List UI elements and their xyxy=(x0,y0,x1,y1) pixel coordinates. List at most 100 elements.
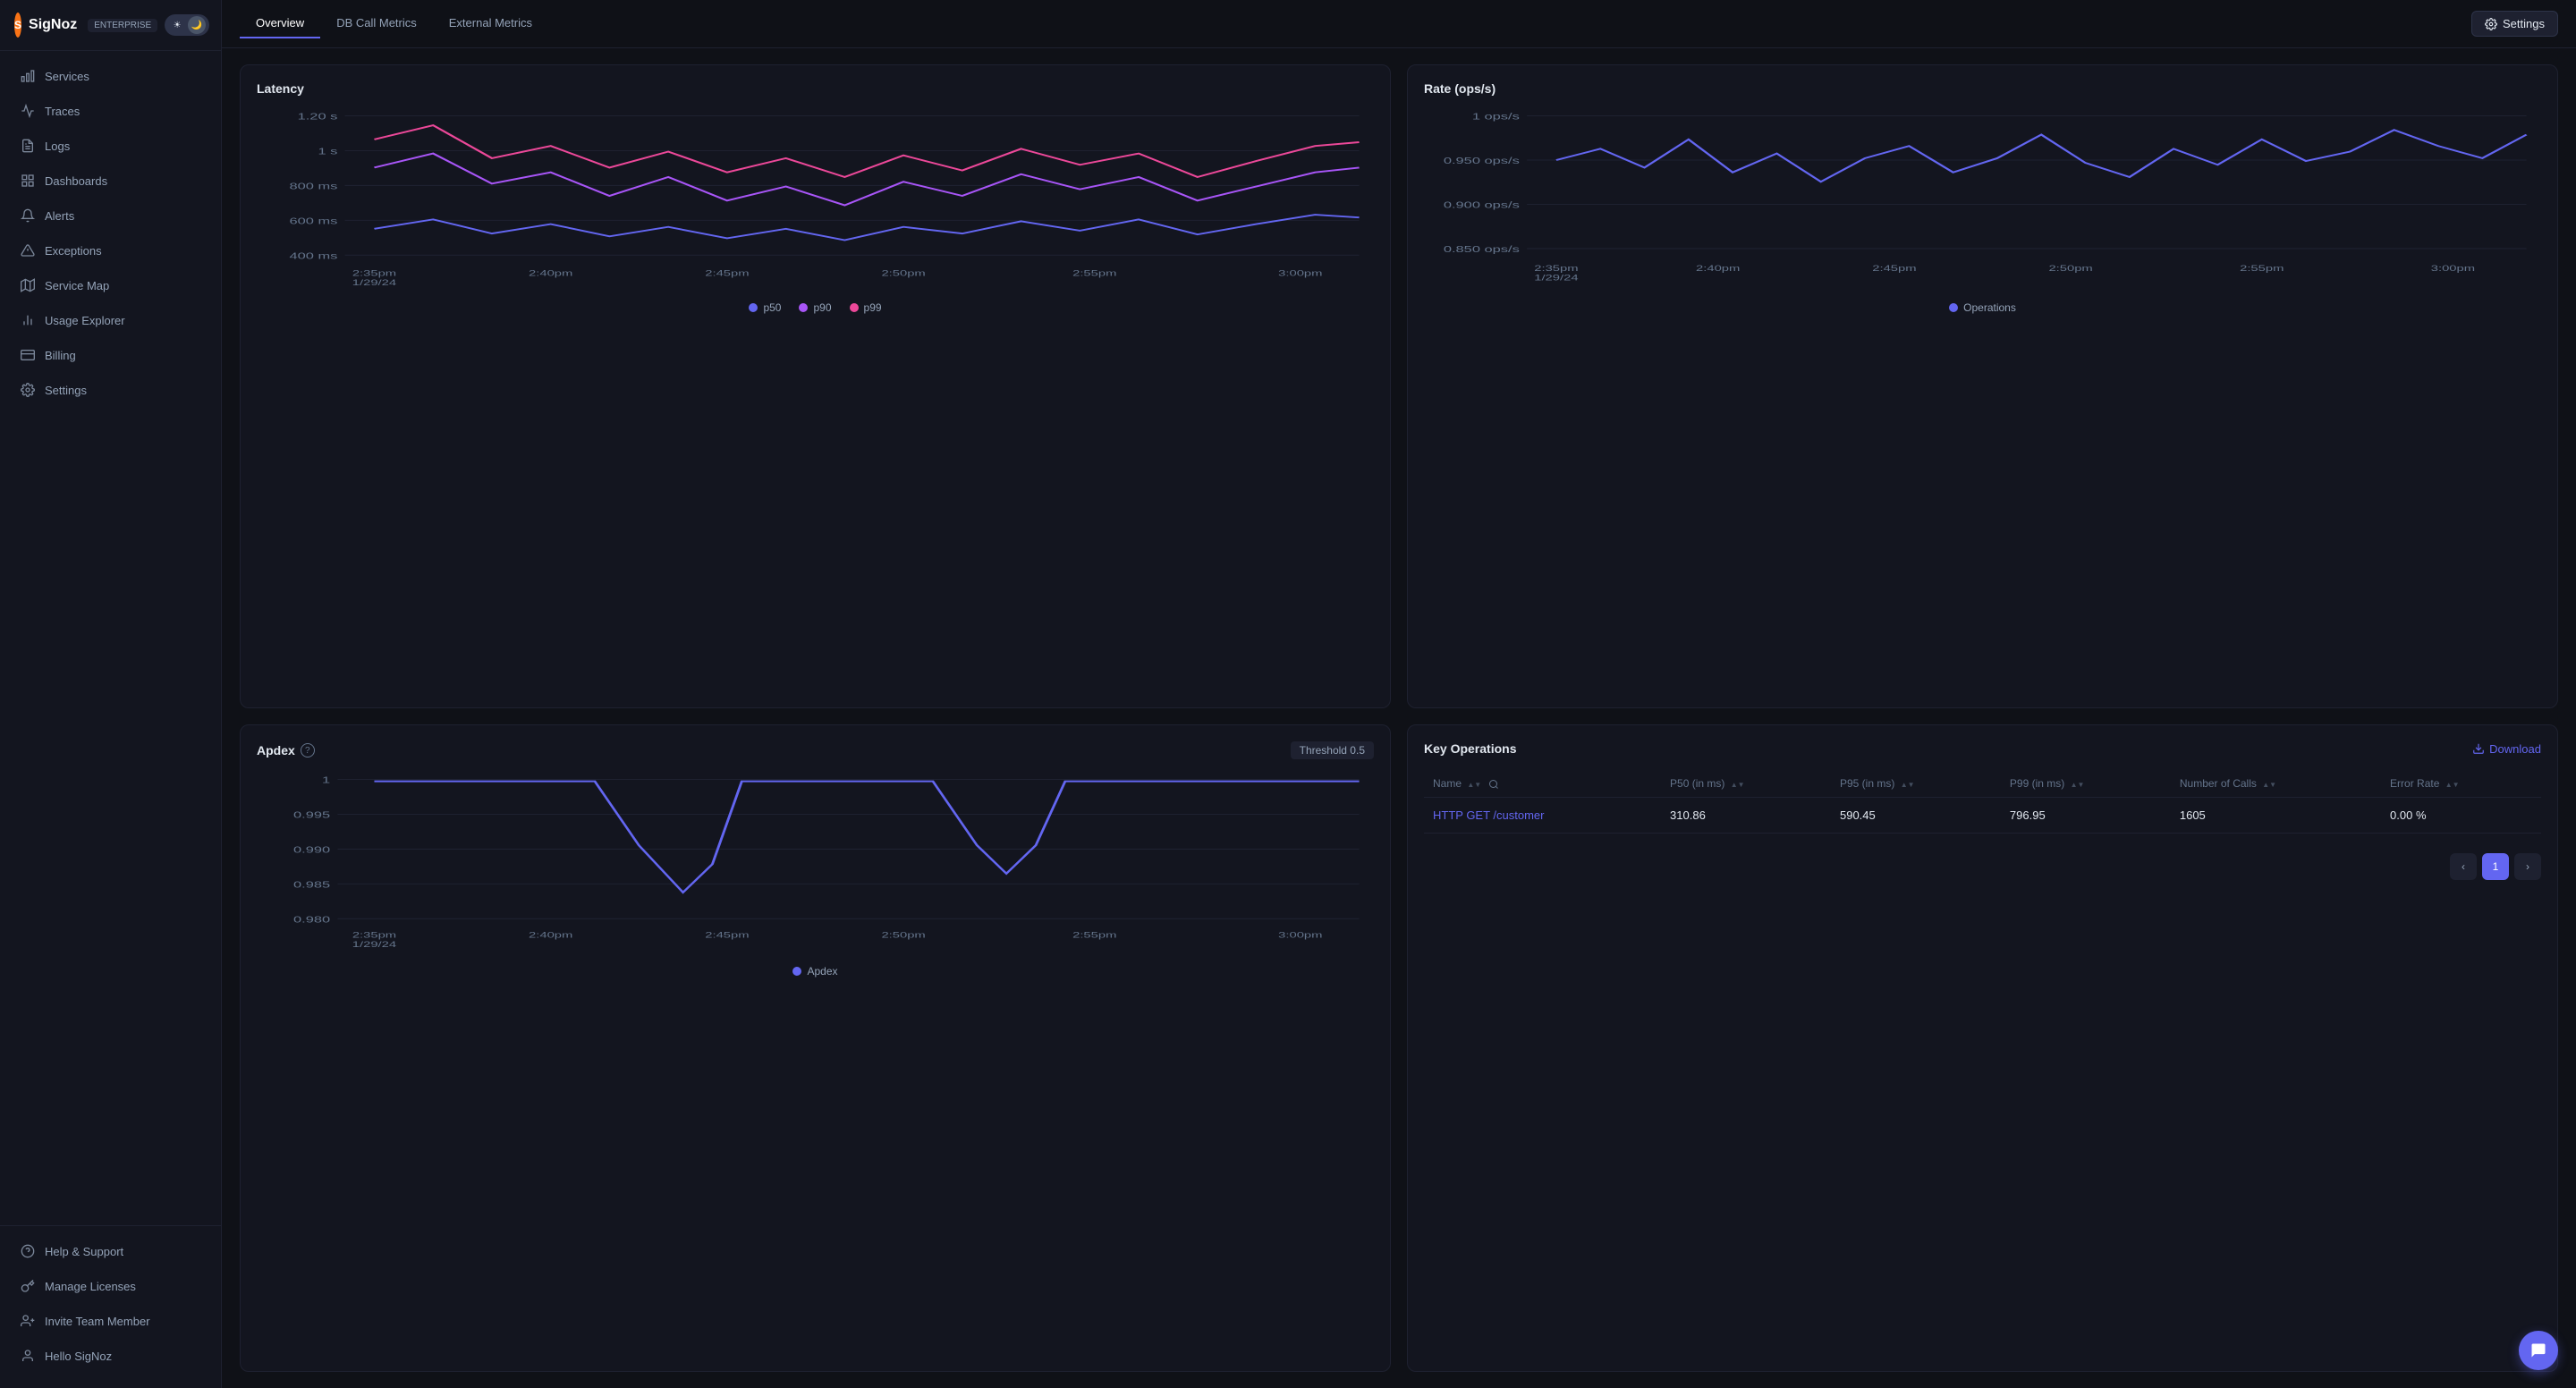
col-p50[interactable]: P50 (in ms) ▲▼ xyxy=(1661,770,1831,798)
bell-icon xyxy=(20,207,36,224)
threshold-label: Threshold 0.5 xyxy=(1291,741,1374,759)
tab-external-metrics[interactable]: External Metrics xyxy=(433,9,548,38)
tab-overview[interactable]: Overview xyxy=(240,9,320,38)
pagination: ‹ 1 › xyxy=(1424,853,2541,880)
prev-page-btn[interactable]: ‹ xyxy=(2450,853,2477,880)
settings-icon xyxy=(20,382,36,398)
svg-text:1/29/24: 1/29/24 xyxy=(352,940,396,950)
rate-card: Rate (ops/s) 1 ops/s 0.950 ops/s 0.900 o… xyxy=(1407,64,2558,708)
sidebar-item-service-map[interactable]: Service Map xyxy=(5,268,216,302)
sidebar-item-settings[interactable]: Settings xyxy=(5,373,216,407)
op-name[interactable]: HTTP GET /customer xyxy=(1424,798,1661,834)
sidebar-item-hello-signoz[interactable]: Hello SigNoz xyxy=(5,1339,216,1373)
sidebar-item-dashboards[interactable]: Dashboards xyxy=(5,164,216,198)
alert-triangle-icon xyxy=(20,242,36,258)
svg-text:1/29/24: 1/29/24 xyxy=(1534,273,1578,283)
key-ops-title: Key Operations xyxy=(1424,741,1516,756)
sidebar-item-help[interactable]: Help & Support xyxy=(5,1234,216,1268)
chat-icon xyxy=(2529,1341,2547,1359)
dark-theme-btn[interactable]: 🌙 xyxy=(188,16,206,34)
apdex-help-icon[interactable]: ? xyxy=(301,743,315,757)
svg-text:2:55pm: 2:55pm xyxy=(1072,268,1116,278)
sidebar-item-traces-label: Traces xyxy=(45,105,80,118)
svg-text:2:50pm: 2:50pm xyxy=(2048,264,2092,274)
user-plus-icon xyxy=(20,1313,36,1329)
legend-p50: p50 xyxy=(749,301,781,314)
download-button[interactable]: Download xyxy=(2472,742,2541,756)
svg-text:2:35pm: 2:35pm xyxy=(352,268,396,278)
svg-text:3:00pm: 3:00pm xyxy=(1278,930,1322,940)
sidebar-item-traces[interactable]: Traces xyxy=(5,94,216,128)
sidebar-nav: Services Traces Logs Dashboards xyxy=(0,51,221,1225)
p99-label: p99 xyxy=(864,301,882,314)
svg-text:0.985: 0.985 xyxy=(293,879,331,889)
operations-table: Name ▲▼ P50 (in ms) ▲▼ P95 (in ms) ▲▼ xyxy=(1424,770,2541,834)
settings-button[interactable]: Settings xyxy=(2471,11,2558,37)
svg-text:2:35pm: 2:35pm xyxy=(352,930,396,940)
activity-icon xyxy=(20,103,36,119)
theme-toggle[interactable]: ☀ 🌙 xyxy=(165,14,209,36)
op-error-rate: 0.00 % xyxy=(2381,798,2541,834)
calls-sort-icon: ▲▼ xyxy=(2262,781,2276,789)
page-1-btn[interactable]: 1 xyxy=(2482,853,2509,880)
next-page-btn[interactable]: › xyxy=(2514,853,2541,880)
operations-dot xyxy=(1949,303,1958,312)
light-theme-btn[interactable]: ☀ xyxy=(168,16,186,34)
svg-text:2:55pm: 2:55pm xyxy=(1072,930,1116,940)
apdex-title: Apdex xyxy=(257,743,295,757)
rate-svg: 1 ops/s 0.950 ops/s 0.900 ops/s 0.850 op… xyxy=(1424,106,2541,285)
content-grid: Latency 1.20 s 1 s 800 ms 600 ms 400 ms xyxy=(222,48,2576,1388)
tab-db-call-metrics[interactable]: DB Call Metrics xyxy=(320,9,433,38)
col-p95[interactable]: P95 (in ms) ▲▼ xyxy=(1831,770,2001,798)
apdex-legend-label: Apdex xyxy=(807,965,837,978)
col-name[interactable]: Name ▲▼ xyxy=(1424,770,1661,798)
search-in-col-icon[interactable] xyxy=(1488,779,1499,790)
sidebar-item-invite-team[interactable]: Invite Team Member xyxy=(5,1304,216,1338)
apdex-card: Apdex ? Threshold 0.5 1 0.995 0.990 xyxy=(240,724,1391,1372)
col-calls[interactable]: Number of Calls ▲▼ xyxy=(2171,770,2381,798)
chat-bubble[interactable] xyxy=(2519,1331,2558,1370)
logo-text: SigNoz xyxy=(29,17,77,33)
legend-p99: p99 xyxy=(850,301,882,314)
apdex-header: Apdex ? Threshold 0.5 xyxy=(257,741,1374,759)
apdex-legend: Apdex xyxy=(257,965,1374,978)
sidebar-item-logs[interactable]: Logs xyxy=(5,129,216,163)
enterprise-badge: ENTERPRISE xyxy=(88,19,157,32)
map-icon xyxy=(20,277,36,293)
sidebar-item-usage-explorer[interactable]: Usage Explorer xyxy=(5,303,216,337)
latency-legend: p50 p90 p99 xyxy=(257,301,1374,314)
svg-text:1.20 s: 1.20 s xyxy=(298,112,338,122)
sidebar-item-services-label: Services xyxy=(45,70,89,83)
legend-apdex: Apdex xyxy=(792,965,837,978)
svg-text:2:40pm: 2:40pm xyxy=(529,930,572,940)
svg-text:0.950 ops/s: 0.950 ops/s xyxy=(1444,156,1520,165)
sidebar-item-manage-licenses-label: Manage Licenses xyxy=(45,1280,136,1293)
svg-text:2:45pm: 2:45pm xyxy=(705,930,749,940)
sidebar-item-exceptions-label: Exceptions xyxy=(45,244,102,258)
download-label: Download xyxy=(2489,742,2541,756)
sidebar-item-alerts[interactable]: Alerts xyxy=(5,199,216,233)
sidebar-item-alerts-label: Alerts xyxy=(45,209,74,223)
op-p95: 590.45 xyxy=(1831,798,2001,834)
col-p99[interactable]: P99 (in ms) ▲▼ xyxy=(2001,770,2171,798)
p50-sort-icon: ▲▼ xyxy=(1731,781,1745,789)
svg-text:0.990: 0.990 xyxy=(293,844,331,854)
grid-icon xyxy=(20,173,36,189)
table-row: HTTP GET /customer 310.86 590.45 796.95 … xyxy=(1424,798,2541,834)
key-ops-header: Key Operations Download xyxy=(1424,741,2541,756)
p50-dot xyxy=(749,303,758,312)
settings-btn-icon xyxy=(2485,18,2497,30)
latency-title: Latency xyxy=(257,81,1374,96)
rate-legend: Operations xyxy=(1424,301,2541,314)
svg-text:0.980: 0.980 xyxy=(293,914,331,924)
error-rate-sort-icon: ▲▼ xyxy=(2445,781,2460,789)
sidebar-item-billing[interactable]: Billing xyxy=(5,338,216,372)
sidebar-item-manage-licenses[interactable]: Manage Licenses xyxy=(5,1269,216,1303)
topbar: Overview DB Call Metrics External Metric… xyxy=(222,0,2576,48)
svg-text:2:40pm: 2:40pm xyxy=(529,268,572,278)
sidebar-item-services[interactable]: Services xyxy=(5,59,216,93)
sidebar-item-exceptions[interactable]: Exceptions xyxy=(5,233,216,267)
legend-operations: Operations xyxy=(1949,301,2016,314)
col-error-rate[interactable]: Error Rate ▲▼ xyxy=(2381,770,2541,798)
svg-text:2:50pm: 2:50pm xyxy=(881,268,925,278)
